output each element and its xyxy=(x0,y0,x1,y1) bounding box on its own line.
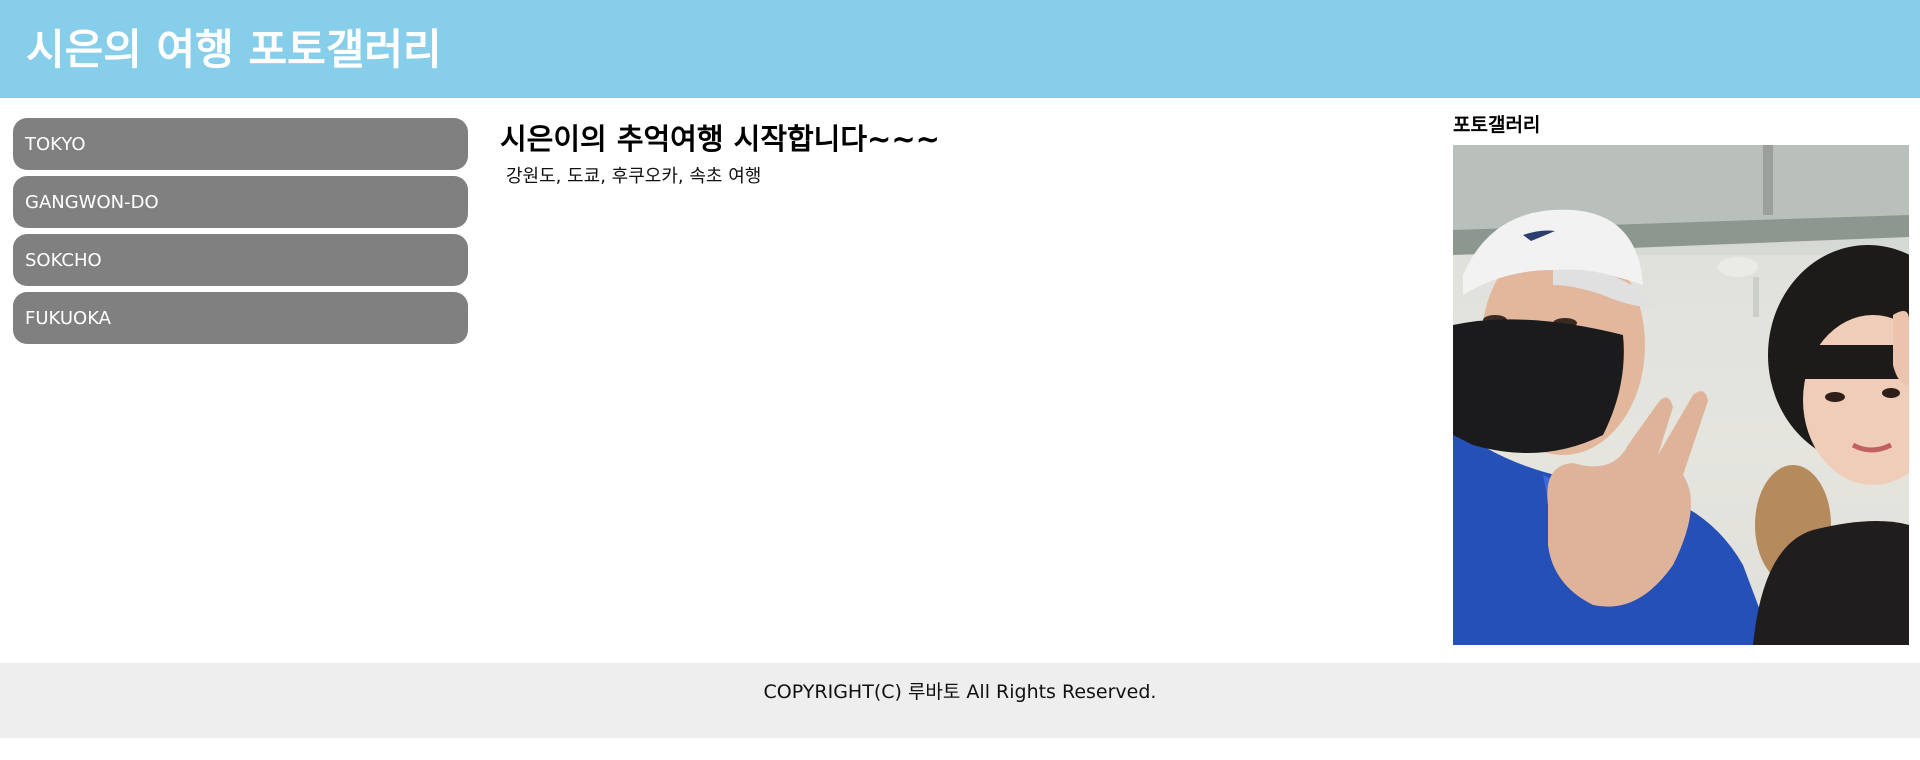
sidebar-item-fukuoka[interactable]: FUKUOKA xyxy=(13,292,468,344)
sidebar-nav: TOKYO GANGWON-DO SOKCHO FUKUOKA xyxy=(13,118,468,350)
main-content: 시은이의 추억여행 시작합니다~~~ 강원도, 도쿄, 후쿠오카, 속초 여행 xyxy=(500,118,1400,190)
selfie-photo-illustration xyxy=(1453,145,1909,645)
sidebar-item-tokyo[interactable]: TOKYO xyxy=(13,118,468,170)
gallery-photo xyxy=(1453,145,1909,645)
sidebar-item-gangwon-do[interactable]: GANGWON-DO xyxy=(13,176,468,228)
main-heading: 시은이의 추억여행 시작합니다~~~ xyxy=(500,122,940,156)
site-footer: COPYRIGHT(C) 루바토 All Rights Reserved. xyxy=(0,663,1920,738)
sidebar-item-sokcho[interactable]: SOKCHO xyxy=(13,234,468,286)
main-description: 강원도, 도쿄, 후쿠오카, 속초 여행 xyxy=(506,166,762,187)
copyright-text: COPYRIGHT(C) 루바토 All Rights Reserved. xyxy=(763,681,1157,703)
site-title: 시은의 여행 포토갤러리 xyxy=(26,25,442,74)
gallery-title: 포토갤러리 xyxy=(1453,114,1541,136)
photo-gallery: 포토갤러리 xyxy=(1453,112,1909,645)
site-header: 시은의 여행 포토갤러리 xyxy=(0,0,1920,98)
